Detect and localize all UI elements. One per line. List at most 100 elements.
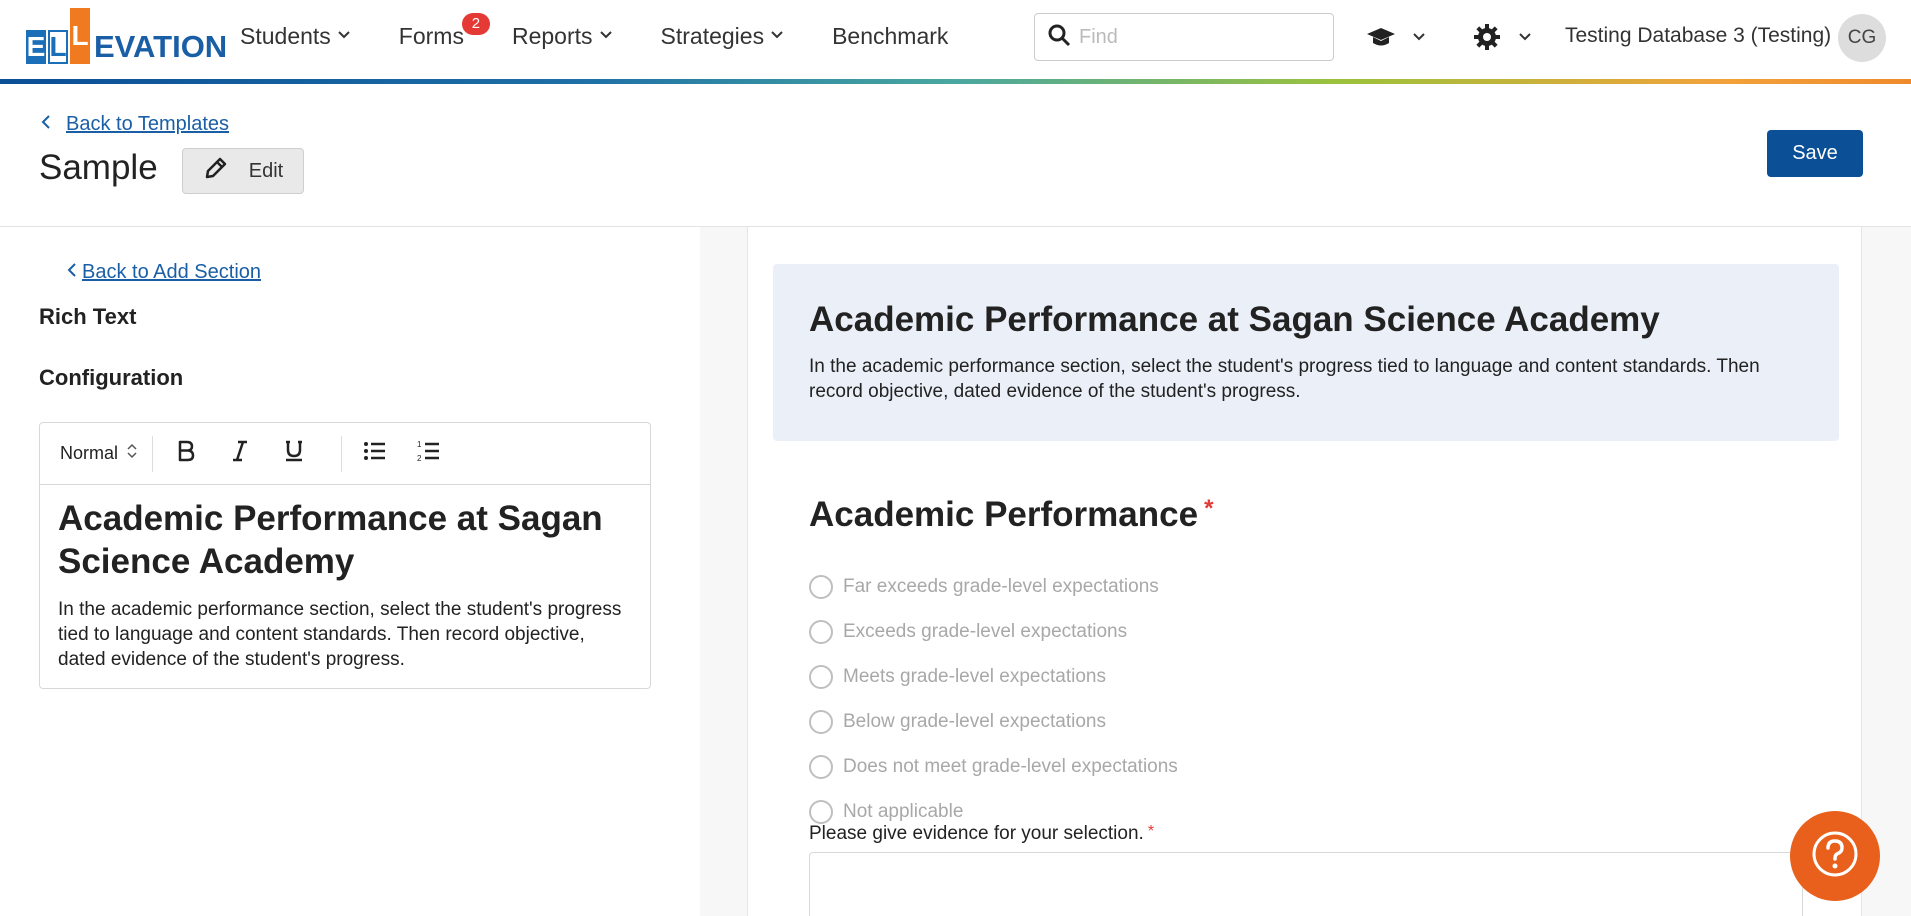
radio-button[interactable] <box>809 709 833 734</box>
logo-letter-l1: L <box>48 30 68 64</box>
nav-benchmark[interactable]: Benchmark <box>832 23 948 50</box>
nav-reports-label: Reports <box>511 22 593 49</box>
question-title-text: Academic Performance <box>809 495 1199 534</box>
italic-button[interactable] <box>219 434 261 474</box>
chevron-down-icon <box>1502 30 1532 49</box>
nav-students-label: Students <box>240 22 331 49</box>
configuration-label: Configuration <box>39 365 184 390</box>
form-preview: Academic Performance at Sagan Science Ac… <box>747 227 1862 916</box>
chevron-down-icon <box>770 28 784 45</box>
nav-strategies[interactable]: Strategies <box>661 23 785 50</box>
user-avatar[interactable]: CG <box>1838 14 1886 62</box>
edit-button[interactable]: Edit <box>182 148 304 194</box>
svg-text:1: 1 <box>417 440 422 449</box>
program-menu[interactable] <box>1366 22 1426 57</box>
ellevation-logo[interactable]: E L L EVATION <box>26 8 227 66</box>
forms-count-badge: 2 <box>461 12 490 35</box>
save-button[interactable]: Save <box>1767 130 1863 177</box>
option-below[interactable]: Below grade-level expectations <box>809 699 1178 744</box>
chevron-down-icon <box>1396 30 1426 49</box>
option-label: Not applicable <box>843 800 964 822</box>
search-icon <box>1047 23 1071 52</box>
logo-text: EVATION <box>94 29 228 64</box>
nav-forms-label: Forms <box>398 22 464 49</box>
underline-icon <box>282 439 306 468</box>
radio-button[interactable] <box>809 574 833 599</box>
chevron-left-icon <box>66 261 82 284</box>
chevron-left-icon <box>40 113 52 136</box>
brand-stripe <box>0 79 1911 84</box>
toolbar-divider <box>341 435 343 472</box>
evidence-textarea[interactable] <box>809 852 1803 916</box>
settings-menu[interactable] <box>1472 22 1532 57</box>
logo-letter-e: E <box>26 30 46 64</box>
performance-options: Far exceeds grade-level expectations Exc… <box>809 564 1178 834</box>
option-does-not-meet[interactable]: Does not meet grade-level expectations <box>809 744 1178 789</box>
section-type-label: Rich Text <box>39 304 137 329</box>
intro-card: Academic Performance at Sagan Science Ac… <box>773 264 1839 441</box>
editor-paragraph: In the academic performance section, sel… <box>58 599 622 670</box>
back-to-templates-link[interactable]: Back to Templates <box>40 113 229 136</box>
italic-icon <box>228 439 252 468</box>
intro-text: In the academic performance section, sel… <box>809 356 1760 402</box>
numbered-list-button[interactable]: 12 <box>408 434 450 474</box>
option-label: Does not meet grade-level expectations <box>843 755 1178 777</box>
editor-toolbar: Normal 12 <box>40 423 650 485</box>
nav-reports[interactable]: Reports <box>512 23 613 50</box>
help-icon <box>1811 830 1859 883</box>
nav-students[interactable]: Students <box>240 23 351 50</box>
back-to-add-section-label: Back to Add Section <box>82 261 262 283</box>
numbered-list-icon: 12 <box>417 439 441 468</box>
evidence-label: Please give evidence for your selection.… <box>809 823 1154 845</box>
option-label: Exceeds grade-level expectations <box>843 620 1128 642</box>
bold-icon <box>174 439 198 468</box>
search-input[interactable] <box>1079 25 1319 49</box>
radio-button[interactable] <box>809 619 833 644</box>
page-title: Sample <box>39 148 158 187</box>
required-marker: * <box>1147 823 1155 840</box>
search-box <box>1034 13 1334 61</box>
editor-content[interactable]: Academic Performance at Sagan Science Ac… <box>40 485 650 684</box>
edit-button-label: Edit <box>248 159 284 182</box>
graduation-cap-icon <box>1366 22 1396 57</box>
underline-button[interactable] <box>273 434 315 474</box>
text-format-value: Normal <box>60 443 119 463</box>
radio-button[interactable] <box>809 799 833 824</box>
required-marker: * <box>1204 495 1214 522</box>
toolbar-divider <box>152 435 154 472</box>
database-name: Testing Database 3 (Testing) <box>1565 24 1832 47</box>
option-meets[interactable]: Meets grade-level expectations <box>809 654 1178 699</box>
bold-button[interactable] <box>165 434 207 474</box>
question-title: Academic Performance * <box>809 495 1213 535</box>
option-label: Far exceeds grade-level expectations <box>843 575 1159 597</box>
editor-heading: Academic Performance at Sagan Science Ac… <box>58 499 603 581</box>
chevron-down-icon <box>337 28 351 45</box>
nav-strategies-label: Strategies <box>660 22 765 49</box>
nav-benchmark-label: Benchmark <box>832 22 949 49</box>
gear-icon <box>1472 22 1502 57</box>
updown-chevron-icon <box>118 442 138 465</box>
pencil-icon <box>203 155 249 187</box>
top-navigation: E L L EVATION Students Forms 2 Reports S… <box>0 0 1911 84</box>
option-label: Meets grade-level expectations <box>843 665 1106 687</box>
rich-text-editor: Normal 12 Academic Performance at Sagan <box>39 422 651 689</box>
option-label: Below grade-level expectations <box>843 710 1106 732</box>
radio-button[interactable] <box>809 754 833 779</box>
svg-text:2: 2 <box>417 454 422 463</box>
text-format-select[interactable]: Normal <box>60 442 138 465</box>
help-button[interactable] <box>1790 811 1880 901</box>
intro-title: Academic Performance at Sagan Science Ac… <box>809 300 1660 339</box>
bullet-list-button[interactable] <box>354 434 396 474</box>
back-to-templates-label: Back to Templates <box>66 113 230 135</box>
evidence-label-text: Please give evidence for your selection. <box>809 823 1144 844</box>
back-to-add-section-link[interactable]: Back to Add Section <box>66 261 261 284</box>
option-exceeds[interactable]: Exceeds grade-level expectations <box>809 609 1178 654</box>
bullet-list-icon <box>363 439 387 468</box>
main-menu: Students Forms 2 Reports Strategies Benc… <box>240 0 996 72</box>
section-config-panel: Back to Add Section Rich Text Configurat… <box>0 227 700 916</box>
radio-button[interactable] <box>809 664 833 689</box>
chevron-down-icon <box>599 28 613 45</box>
nav-forms[interactable]: Forms 2 <box>398 12 490 50</box>
option-far-exceeds[interactable]: Far exceeds grade-level expectations <box>809 564 1178 609</box>
logo-letter-l2: L <box>70 8 90 64</box>
